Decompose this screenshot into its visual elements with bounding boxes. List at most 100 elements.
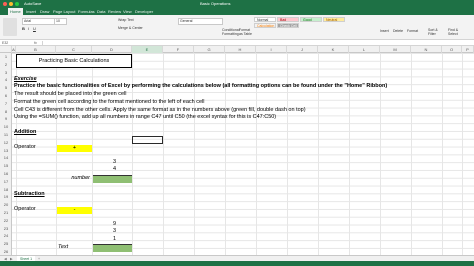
font-name-select[interactable]: Arial — [22, 18, 55, 25]
tab-insert[interactable]: Insert — [26, 8, 36, 15]
minimize-window-button[interactable] — [9, 2, 13, 6]
exercise-intro[interactable]: Practice the basic functionalities of Ex… — [14, 83, 387, 90]
row-header[interactable]: 5 — [0, 84, 12, 92]
maximize-window-button[interactable] — [15, 2, 19, 6]
column-header-e[interactable]: E — [132, 46, 163, 53]
autosave-label[interactable]: AutoSave — [24, 0, 41, 8]
number-format-select[interactable]: General — [178, 18, 223, 25]
tab-developer[interactable]: Developer — [135, 8, 153, 15]
subtraction-value[interactable]: 9 — [92, 221, 116, 228]
exercise-bullet[interactable]: Cell C43 is different from the other cel… — [14, 107, 306, 114]
exercise-bullet[interactable]: Format the green cell according to the f… — [14, 99, 204, 106]
row-header[interactable]: 14 — [0, 154, 12, 162]
row-header[interactable]: 7 — [0, 100, 12, 108]
insert-button[interactable]: Insert — [380, 29, 389, 33]
subtraction-value[interactable]: 1 — [92, 236, 116, 243]
wrap-text-button[interactable]: Wrap Text — [118, 18, 134, 22]
row-header[interactable]: 24 — [0, 232, 12, 240]
row-header[interactable]: 1 — [0, 53, 12, 61]
row-header[interactable]: 20 — [0, 201, 12, 209]
tab-view[interactable]: View — [123, 8, 132, 15]
row-header[interactable]: 8 — [0, 108, 12, 116]
bold-icon[interactable]: B — [22, 26, 25, 31]
column-header-g[interactable]: G — [194, 46, 225, 53]
exercise-bullet[interactable]: The result should be placed into the gre… — [14, 91, 127, 98]
operator-label[interactable]: Operator — [14, 206, 36, 213]
row-header[interactable]: 12 — [0, 139, 12, 147]
exercise-bullet[interactable]: Using the =SUM() function, add up all nu… — [14, 114, 276, 121]
subtraction-value[interactable]: 3 — [92, 228, 116, 235]
style-bad[interactable]: Bad — [277, 17, 299, 22]
style-good[interactable]: Good — [300, 17, 322, 22]
row-header[interactable]: 11 — [0, 131, 12, 139]
find-select-button[interactable]: Find & Select — [448, 28, 466, 36]
column-header-f[interactable]: F — [163, 46, 194, 53]
column-header-b[interactable]: B — [16, 46, 56, 53]
column-header-o[interactable]: O — [442, 46, 462, 53]
row-header[interactable]: 25 — [0, 240, 12, 248]
row-header[interactable]: 2 — [0, 61, 12, 69]
column-header-k[interactable]: K — [318, 46, 349, 53]
row-header[interactable]: 4 — [0, 76, 12, 84]
column-header-j[interactable]: J — [287, 46, 318, 53]
format-button[interactable]: Format — [407, 29, 418, 33]
tab-formulas[interactable]: Formulas — [78, 8, 95, 15]
row-header[interactable]: 21 — [0, 209, 12, 217]
font-size-select[interactable]: 10 — [54, 18, 67, 25]
paste-icon[interactable] — [3, 18, 17, 36]
italic-icon[interactable]: I — [28, 26, 29, 31]
row-header[interactable]: 15 — [0, 162, 12, 170]
tab-review[interactable]: Review — [108, 8, 121, 15]
column-header-n[interactable]: N — [411, 46, 442, 53]
column-header-i[interactable]: I — [256, 46, 287, 53]
addition-operator-cell[interactable]: + — [57, 145, 92, 152]
sheet-title[interactable]: Practicing Basic Calculations — [16, 54, 132, 68]
row-header[interactable]: 22 — [0, 217, 12, 225]
subtraction-result-cell[interactable] — [93, 244, 132, 252]
merge-center-button[interactable]: Merge & Center — [118, 26, 143, 30]
style-neutral[interactable]: Neutral — [323, 17, 345, 22]
subtraction-heading[interactable]: Subtraction — [14, 191, 45, 198]
style-normal[interactable]: Normal — [254, 17, 276, 22]
row-header[interactable]: 6 — [0, 92, 12, 100]
tab-page-layout[interactable]: Page Layout — [53, 8, 75, 15]
style-calculation[interactable]: Calculation — [254, 23, 276, 28]
subtraction-format-label[interactable]: Text — [58, 244, 72, 251]
column-header-d[interactable]: D — [92, 46, 132, 53]
addition-format-label[interactable]: number — [58, 175, 90, 182]
selected-cell-e32[interactable] — [132, 136, 163, 144]
row-header[interactable]: 10 — [0, 123, 12, 131]
delete-button[interactable]: Delete — [393, 29, 403, 33]
sort-filter-button[interactable]: Sort & Filter — [428, 28, 446, 36]
close-window-button[interactable] — [3, 2, 7, 6]
subtraction-operator-cell[interactable]: - — [57, 207, 92, 214]
addition-value[interactable]: 4 — [92, 166, 116, 173]
column-header-m[interactable]: M — [380, 46, 411, 53]
row-header[interactable]: 16 — [0, 170, 12, 178]
tab-draw[interactable]: Draw — [40, 8, 49, 15]
row-header[interactable]: 3 — [0, 69, 12, 77]
column-header-l[interactable]: L — [349, 46, 380, 53]
row-header[interactable]: 23 — [0, 225, 12, 233]
formula-input[interactable] — [42, 41, 471, 45]
conditional-formatting-button[interactable]: Conditional Formatting — [222, 28, 240, 36]
column-header-p[interactable]: P — [462, 46, 474, 53]
row-header[interactable]: 17 — [0, 178, 12, 186]
addition-heading[interactable]: Addition — [14, 129, 36, 136]
row-header[interactable]: 19 — [0, 193, 12, 201]
row-header[interactable]: 13 — [0, 147, 12, 155]
addition-result-cell[interactable] — [93, 175, 132, 183]
tab-home[interactable]: Home — [8, 8, 23, 15]
row-header[interactable]: 18 — [0, 186, 12, 194]
select-all-corner[interactable] — [0, 46, 12, 53]
tab-data[interactable]: Data — [97, 8, 105, 15]
format-as-table-button[interactable]: Format as Table — [239, 28, 253, 36]
underline-icon[interactable]: U — [33, 26, 36, 31]
style-check-cell[interactable]: Check Cell — [277, 23, 299, 28]
column-header-h[interactable]: H — [225, 46, 256, 53]
addition-value[interactable]: 3 — [92, 159, 116, 166]
exercise-heading[interactable]: Exercise — [14, 76, 37, 83]
row-header[interactable]: 9 — [0, 115, 12, 123]
operator-label[interactable]: Operator — [14, 144, 36, 151]
column-header-c[interactable]: C — [56, 46, 92, 53]
